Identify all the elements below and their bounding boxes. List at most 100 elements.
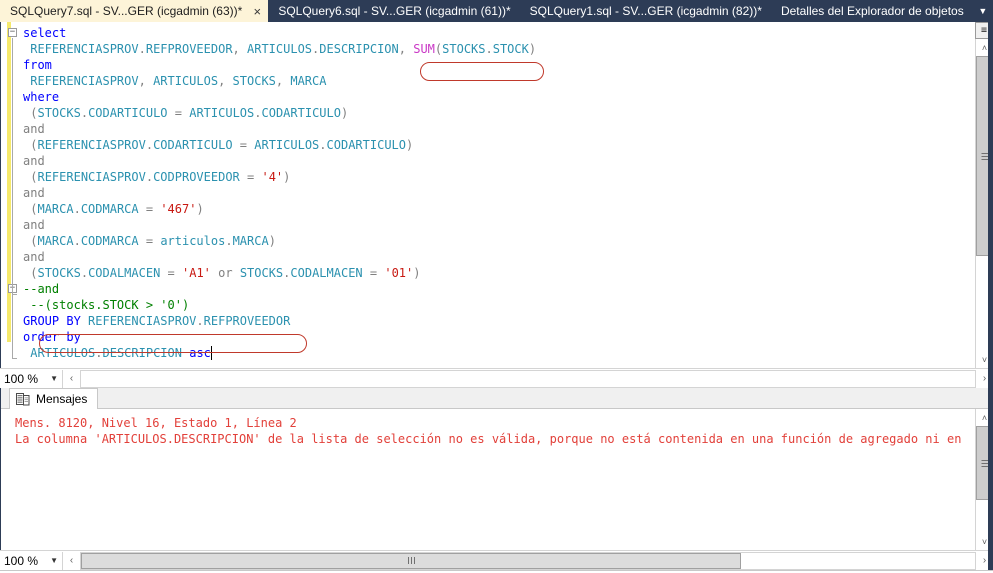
code-token: ) [528,42,537,56]
code-token: --and [23,282,60,296]
code-token: , [232,42,247,56]
unsaved-change-bar [7,22,11,342]
error-line: La columna 'ARTICULOS.DESCRIPCION' de la… [15,432,965,446]
code-line: --(stocks.STOCK > '0') [23,297,960,313]
code-token: ) [196,202,204,216]
code-token: REFPROVEEDOR [145,42,233,56]
code-token: '467' [160,202,197,216]
code-token: = [138,202,161,216]
code-token: . [145,138,154,152]
tab-object-explorer-details[interactable]: Detalles del Explorador de objetos [771,0,973,22]
collapse-icon[interactable]: − [8,28,17,37]
code-line: GROUP BY REFERENCIASPROV.REFPROVEEDOR [23,313,960,329]
messages-zoom-value: 100 % [4,553,39,568]
code-token: . [254,106,262,120]
editor-zoom-value: 100 % [4,371,39,386]
code-token: --(stocks.STOCK > '0') [30,298,190,312]
chevron-down-icon[interactable]: ▼ [50,556,58,565]
code-token: . [145,170,154,184]
code-token: from [23,58,52,72]
code-token: , [275,74,291,88]
editor-zoom-selector[interactable]: 100 % ▼ [0,370,62,388]
code-token: REFERENCIASPROV [37,170,146,184]
code-token: REFERENCIASPROV [30,42,139,56]
tab-mensajes[interactable]: Mensajes [9,388,99,409]
code-token: . [485,42,493,56]
code-token: ARTICULOS [153,74,219,88]
code-token: '01' [384,266,414,280]
code-token: , [138,74,154,88]
code-token: ARTICULOS [254,138,320,152]
code-token: select [23,26,67,40]
code-token: . [73,202,81,216]
messages-hscroll-thumb[interactable] [81,552,741,569]
scroll-grip-icon [981,153,988,160]
code-token: and [23,186,45,200]
editor-status-bar: 100 % ▼ ‹ › [0,368,993,388]
code-token: . [80,106,89,120]
scroll-left-icon[interactable]: ‹ [63,551,80,570]
code-line: (STOCKS.CODALMACEN = 'A1' or STOCKS.CODA… [23,265,960,281]
code-token: MARCA [37,234,74,248]
sql-code[interactable]: − select REFERENCIASPROV. REFPROVEEDOR, AR… [8,25,960,368]
code-token: order by [23,330,81,344]
code-token: ) [340,106,349,120]
code-token: REFERENCIASPROV [88,314,197,328]
sql-editor-pane: − select REFERENCIASPROV. REFPROVEEDOR, AR… [0,22,993,368]
chevron-down-icon[interactable]: ▼ [50,374,58,383]
code-token: CODARTICULO [326,138,406,152]
code-token: or [210,266,240,280]
code-token: = [362,266,385,280]
tab-sqlquery7[interactable]: SQLQuery7.sql - SV...GER (icgadmin (63))… [0,0,269,22]
editor-horizontal-scrollbar[interactable]: ‹ › [62,369,993,388]
messages-horizontal-scrollbar[interactable]: ‹ › [62,551,993,570]
sql-editor-text-area[interactable]: − select REFERENCIASPROV. REFPROVEEDOR, AR… [1,22,960,368]
editor-hscroll-track[interactable] [80,369,976,388]
code-line: (STOCKS.CODARTICULO = ARTICULOS.CODARTIC… [23,105,960,121]
messages-zoom-selector[interactable]: 100 % ▼ [0,552,62,570]
code-line: and [23,121,960,137]
editor-nav-strip [960,22,975,368]
code-token: CODMARCA [80,202,139,216]
code-token: STOCK [492,42,529,56]
code-token: MARCA [232,234,269,248]
code-token: 'A1' [182,266,211,280]
close-icon[interactable]: × [250,4,264,18]
code-token: ) [268,234,276,248]
code-token: CODALMACEN [290,266,363,280]
messages-text-area[interactable]: Mens. 8120, Nivel 16, Estado 1, Línea 2 … [1,409,965,550]
code-line: (REFERENCIASPROV.CODARTICULO = ARTICULOS… [23,137,960,153]
code-line: and [23,217,960,233]
code-token: REFERENCIASPROV [30,74,139,88]
code-token: , [398,42,406,56]
code-line: ARTICULOS.DESCRIPCION asc [23,345,960,361]
code-token: and [23,250,45,264]
tab-label: Detalles del Explorador de objetos [780,4,964,18]
messages-hscroll-track[interactable] [80,551,976,570]
code-line: REFERENCIASPROV, ARTICULOS, STOCKS, MARC… [23,73,960,89]
messages-grid-icon [16,392,30,406]
tab-sqlquery6[interactable]: SQLQuery6.sql - SV...GER (icgadmin (61))… [268,0,519,22]
code-token: . [196,314,204,328]
messages-status-bar: 100 % ▼ ‹ › [0,550,993,570]
code-token: . [225,234,233,248]
code-token: ) [283,170,291,184]
code-token: GROUP BY [23,314,81,328]
chevron-down-icon[interactable]: ▼ [973,0,993,22]
messages-tab-label: Mensajes [36,392,88,406]
code-token: ) [413,266,421,280]
code-token: SUM [413,42,435,56]
code-line: (MARCA.CODMARCA = articulos.MARCA) [23,233,960,249]
code-token: DESCRIPCION [102,346,182,360]
code-token: STOCKS [239,266,284,280]
code-token: where [23,90,60,104]
code-token: = [160,266,182,280]
code-token: CODARTICULO [88,106,168,120]
code-token: STOCKS [442,42,486,56]
code-token: asc [189,346,211,360]
tab-sqlquery1[interactable]: SQLQuery1.sql - SV...GER (icgadmin (82))… [520,0,771,22]
scroll-left-icon[interactable]: ‹ [63,369,80,388]
code-line: where [23,89,960,105]
tab-label: SQLQuery6.sql - SV...GER (icgadmin (61))… [278,4,511,18]
code-line: (MARCA.CODMARCA = '467') [23,201,960,217]
